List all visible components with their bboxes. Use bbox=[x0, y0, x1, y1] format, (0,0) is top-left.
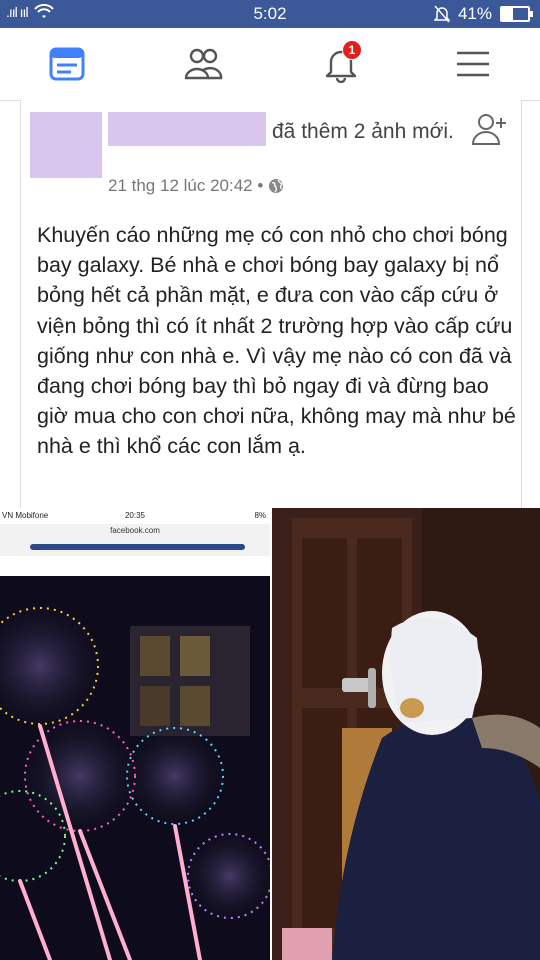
avatar[interactable] bbox=[30, 112, 102, 178]
post-header: đã thêm 2 ảnh mới. bbox=[108, 116, 468, 147]
friends-icon bbox=[184, 48, 223, 80]
balloons-image bbox=[0, 576, 270, 960]
post-action-text: đã thêm 2 ảnh mới. bbox=[272, 120, 454, 143]
add-friend-icon bbox=[471, 114, 506, 145]
hamburger-menu-icon bbox=[457, 51, 489, 77]
notification-badge: 1 bbox=[342, 40, 362, 60]
news-feed-tab[interactable] bbox=[44, 42, 90, 86]
post-body: Khuyến cáo những mẹ có con nhỏ cho chơi … bbox=[37, 223, 516, 459]
notifications-tab[interactable]: 1 bbox=[318, 40, 364, 86]
menu-tab[interactable] bbox=[450, 42, 496, 86]
embedded-url: facebook.com bbox=[110, 526, 160, 535]
embedded-battery: 8% bbox=[254, 511, 266, 520]
embedded-url-bar: facebook.com bbox=[0, 524, 270, 576]
post-timestamp[interactable]: 21 thg 12 lúc 20:42 • bbox=[108, 176, 263, 196]
friends-tab[interactable] bbox=[180, 42, 226, 86]
mute-bell-icon bbox=[433, 5, 450, 23]
post-photo-balloons[interactable]: VN Mobifone 20:35 8% facebook.com bbox=[0, 508, 270, 960]
globe-icon bbox=[269, 179, 284, 193]
nav-bar: 1 bbox=[0, 28, 540, 101]
news-feed-icon bbox=[49, 47, 85, 81]
status-right: 41% bbox=[433, 4, 533, 24]
post-photo-child[interactable] bbox=[272, 508, 540, 960]
post-meta: 21 thg 12 lúc 20:42 • bbox=[108, 176, 284, 196]
embedded-time: 20:35 bbox=[124, 511, 146, 520]
child-photo-image bbox=[272, 508, 540, 960]
add-friend-button[interactable] bbox=[470, 110, 510, 150]
battery-percent: 41% bbox=[457, 4, 492, 23]
embedded-phone-status: VN Mobifone 20:35 8% bbox=[0, 508, 270, 524]
battery-icon bbox=[500, 6, 533, 22]
status-bar: .ııl ııl 5:02 41% bbox=[0, 0, 540, 28]
